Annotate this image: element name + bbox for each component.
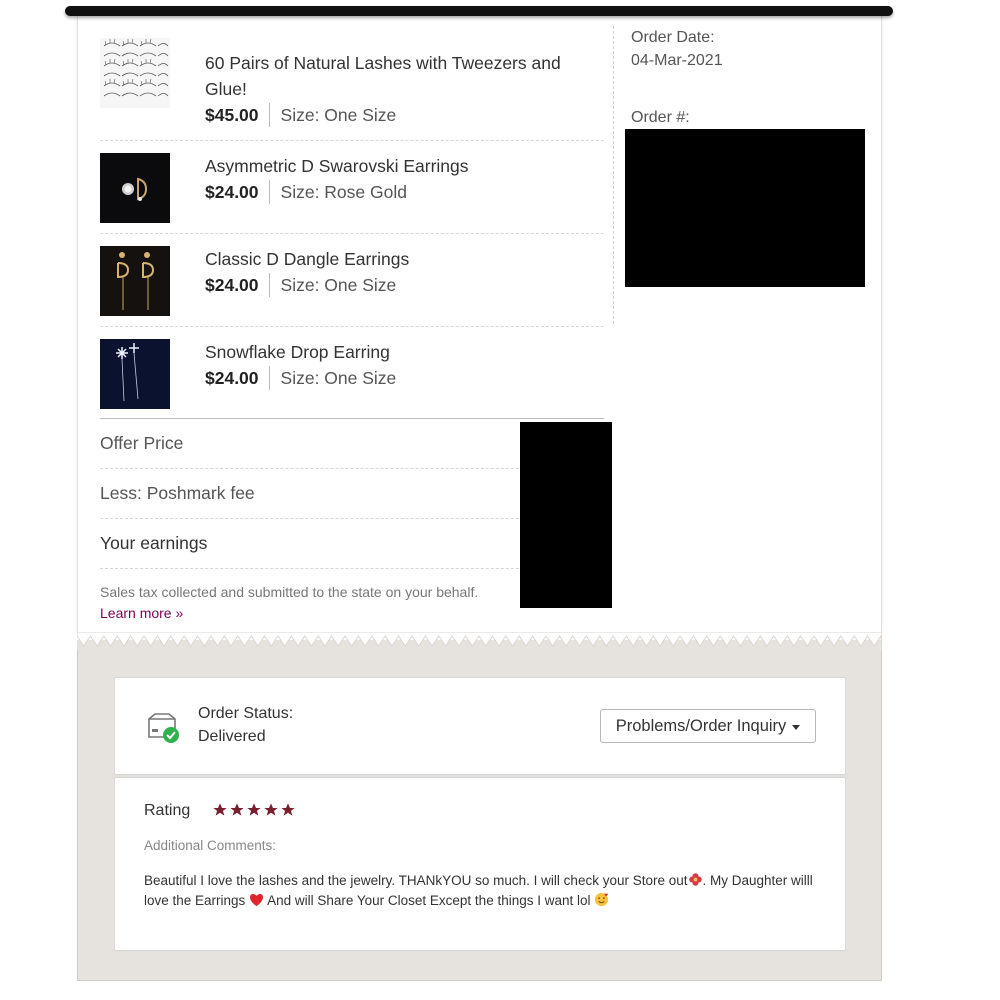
item-meta: $45.00 Size: One Size bbox=[205, 103, 396, 127]
tax-note: Sales tax collected and submitted to the… bbox=[100, 582, 478, 624]
redacted-totals bbox=[520, 422, 612, 608]
star-icon bbox=[264, 803, 278, 816]
rating-card: Rating Additional Comments: Beautiful I … bbox=[114, 777, 846, 951]
item-size: Size: One Size bbox=[280, 275, 397, 295]
receipt-printer-bar bbox=[65, 6, 893, 16]
item-meta: $24.00 Size: One Size bbox=[205, 366, 396, 390]
order-status-value: Delivered bbox=[198, 728, 266, 745]
rating-label: Rating bbox=[144, 802, 191, 819]
dangle-earrings-thumbnail bbox=[100, 246, 170, 316]
comment-part: And will Share Your Closet Except the th… bbox=[264, 893, 595, 908]
redacted-order-number bbox=[625, 129, 865, 287]
lashes-thumbnail bbox=[100, 38, 170, 108]
earrings-thumbnail bbox=[100, 153, 170, 223]
item-size: Size: Rose Gold bbox=[280, 182, 407, 202]
heart-emoji-icon bbox=[250, 893, 264, 907]
learn-more-link[interactable]: Learn more » bbox=[100, 603, 478, 624]
tax-note-text: Sales tax collected and submitted to the… bbox=[100, 584, 479, 600]
order-number-label: Order #: bbox=[631, 109, 690, 126]
star-icon bbox=[230, 803, 244, 816]
order-inquiry-dropdown[interactable]: Problems/Order Inquiry bbox=[600, 709, 816, 743]
receipt-torn-edge bbox=[77, 632, 882, 650]
star-icon bbox=[213, 803, 227, 816]
item-price: $24.00 bbox=[205, 366, 270, 390]
comments-label: Additional Comments: bbox=[144, 838, 277, 853]
item-size: Size: One Size bbox=[280, 105, 397, 125]
list-item: Snowflake Drop Earring $24.00 Size: One … bbox=[100, 327, 604, 431]
item-title[interactable]: 60 Pairs of Natural Lashes with Tweezers… bbox=[205, 50, 600, 102]
caret-down-icon bbox=[792, 724, 801, 730]
item-size: Size: One Size bbox=[280, 368, 397, 388]
list-item: Classic D Dangle Earrings $24.00 Size: O… bbox=[100, 234, 604, 327]
star-icon bbox=[247, 803, 261, 816]
flower-emoji-icon bbox=[688, 873, 702, 886]
order-inquiry-label: Problems/Order Inquiry bbox=[615, 716, 787, 735]
item-title[interactable]: Asymmetric D Swarovski Earrings bbox=[205, 153, 600, 179]
order-status-area: Order Status: Delivered Problems/Order I… bbox=[77, 640, 882, 981]
order-date-label: Order Date: bbox=[631, 29, 715, 46]
rating-stars bbox=[212, 802, 296, 818]
order-status-card: Order Status: Delivered Problems/Order I… bbox=[114, 677, 846, 775]
order-status-text: Order Status: Delivered bbox=[198, 702, 293, 748]
column-divider bbox=[613, 26, 614, 324]
snowflake-earring-thumbnail bbox=[100, 339, 170, 409]
list-item: 60 Pairs of Natural Lashes with Tweezers… bbox=[100, 28, 604, 141]
item-price: $24.00 bbox=[205, 273, 270, 297]
box-delivered-icon bbox=[148, 713, 179, 743]
item-price: $45.00 bbox=[205, 103, 270, 127]
order-date-value: 04-Mar-2021 bbox=[631, 52, 723, 69]
comment-part: Beautiful I love the lashes and the jewe… bbox=[144, 873, 688, 888]
item-meta: $24.00 Size: One Size bbox=[205, 273, 396, 297]
order-items-list: 60 Pairs of Natural Lashes with Tweezers… bbox=[100, 28, 604, 431]
item-price: $24.00 bbox=[205, 180, 270, 204]
item-title[interactable]: Classic D Dangle Earrings bbox=[205, 246, 600, 272]
item-meta: $24.00 Size: Rose Gold bbox=[205, 180, 407, 204]
comment-text: Beautiful I love the lashes and the jewe… bbox=[144, 871, 814, 911]
item-title[interactable]: Snowflake Drop Earring bbox=[205, 339, 600, 365]
list-item: Asymmetric D Swarovski Earrings $24.00 S… bbox=[100, 141, 604, 234]
order-info: Order Date: 04-Mar-2021 Order #: bbox=[631, 26, 723, 129]
order-receipt: 60 Pairs of Natural Lashes with Tweezers… bbox=[77, 14, 882, 634]
order-status-label: Order Status: bbox=[198, 705, 294, 722]
smiling-hearts-emoji-icon bbox=[595, 892, 609, 907]
star-icon bbox=[281, 803, 295, 816]
